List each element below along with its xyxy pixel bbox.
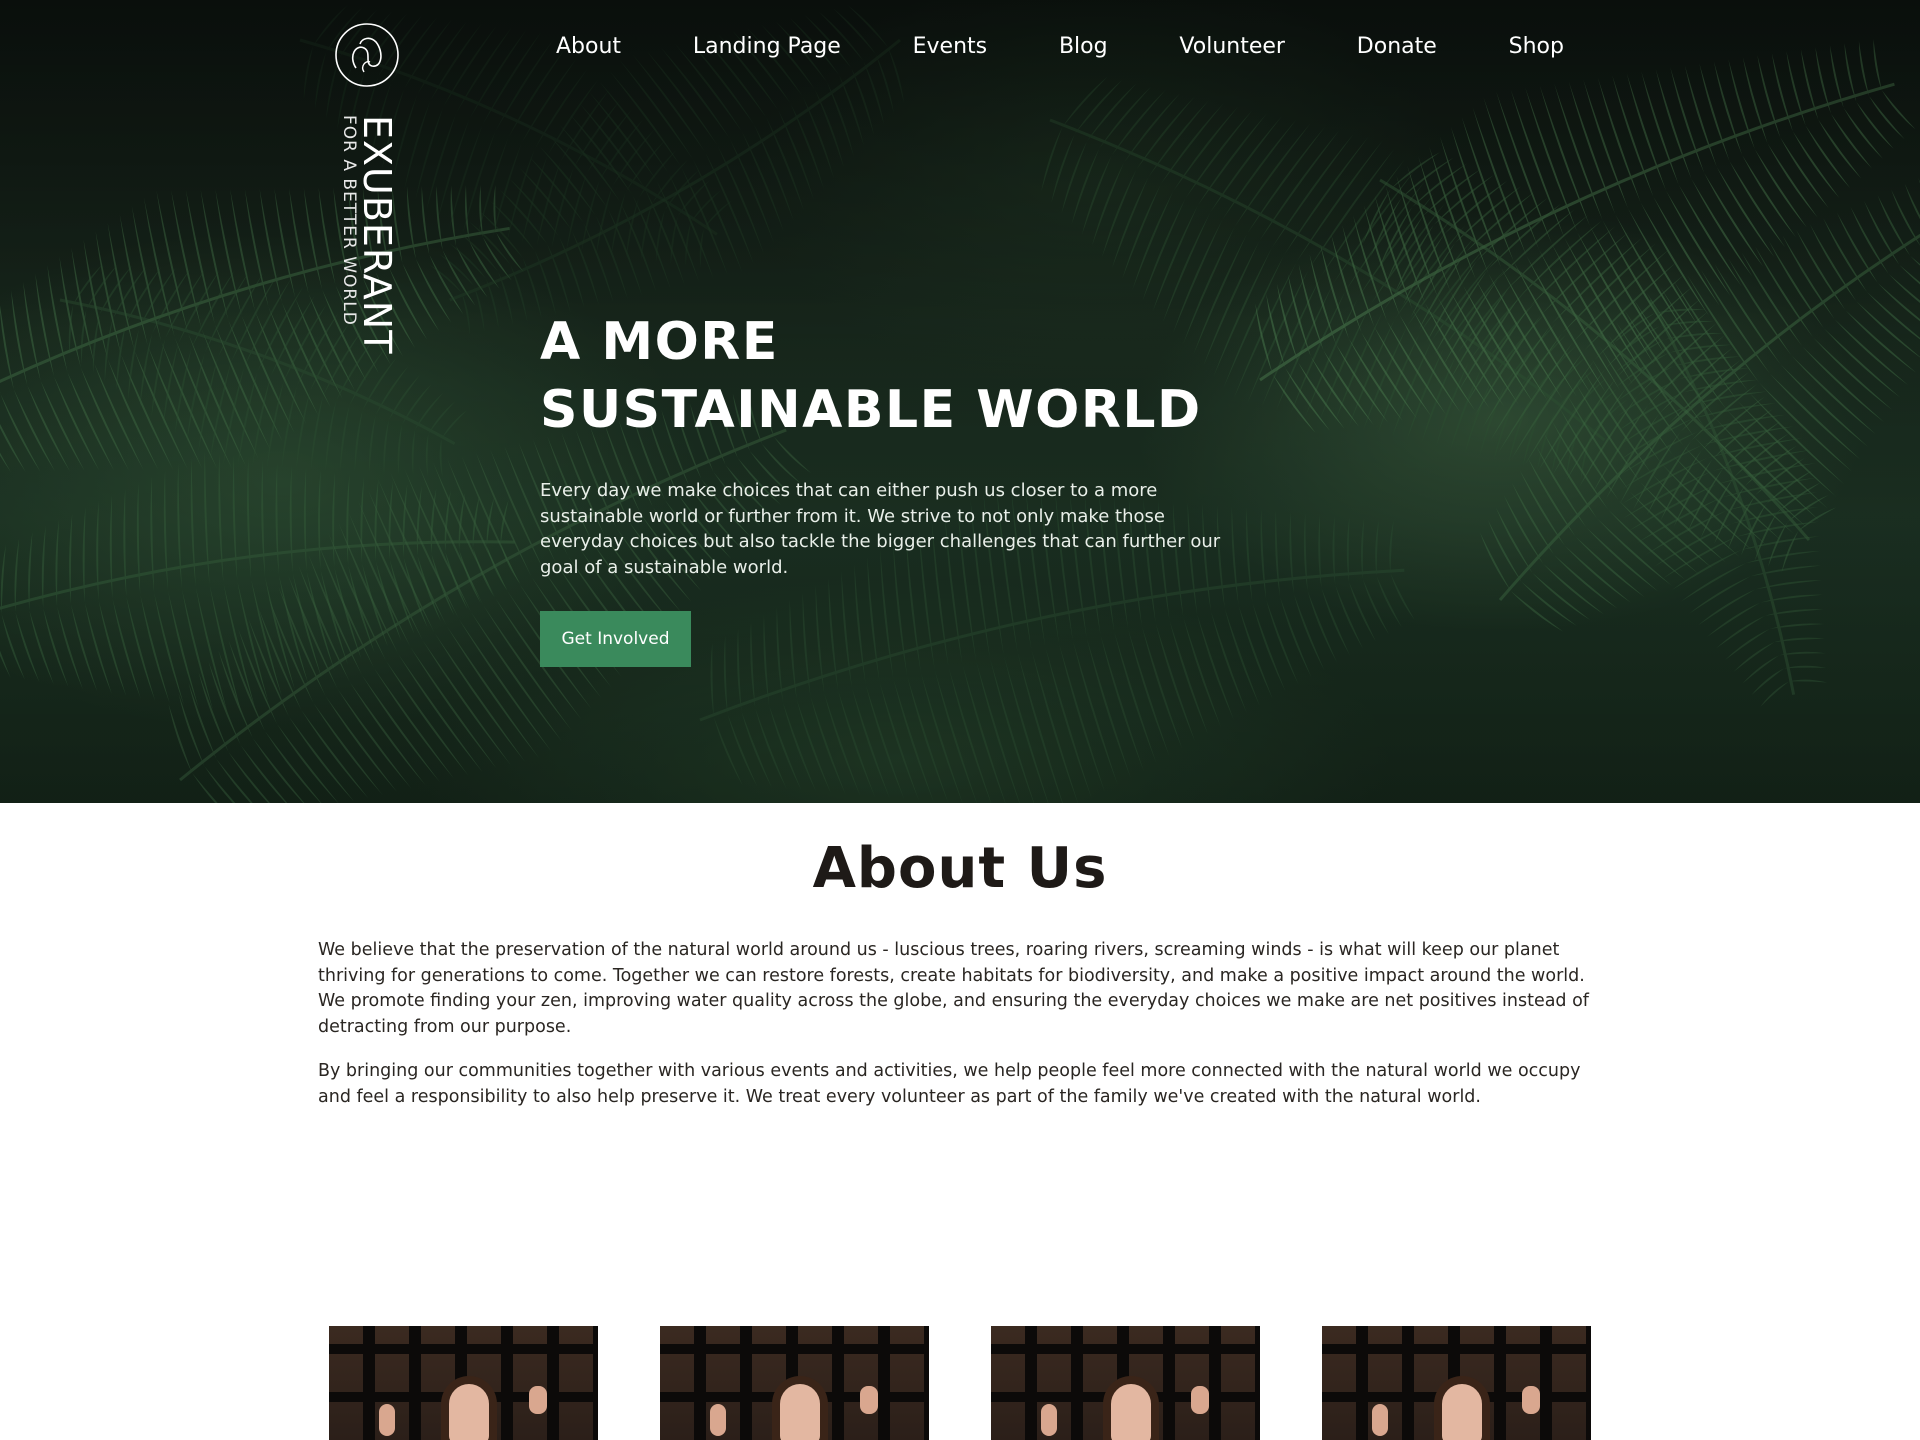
photo-hand bbox=[1191, 1386, 1209, 1414]
about-paragraph-1: We believe that the preservation of the … bbox=[318, 940, 1589, 1038]
nav-item-shop[interactable]: Shop bbox=[1493, 30, 1580, 66]
nav-item-donate[interactable]: Donate bbox=[1341, 30, 1453, 66]
brand-name: EXUBERANT bbox=[355, 115, 399, 355]
hero-section: EXUBERANT FOR A BETTER WORLD About Landi… bbox=[0, 0, 1920, 803]
main-nav: About Landing Page Events Blog Volunteer… bbox=[540, 30, 1580, 66]
gallery-photo-2[interactable] bbox=[660, 1326, 929, 1440]
nav-item-about[interactable]: About bbox=[540, 30, 637, 66]
nav-item-volunteer[interactable]: Volunteer bbox=[1163, 30, 1301, 66]
photo-hand bbox=[1522, 1386, 1540, 1414]
brand-tagline: FOR A BETTER WORLD bbox=[339, 115, 359, 326]
about-heading: About Us bbox=[812, 836, 1108, 901]
photo-gallery bbox=[0, 1326, 1920, 1440]
photo-hand bbox=[710, 1404, 726, 1436]
photo-hand bbox=[529, 1386, 547, 1414]
nav-item-blog[interactable]: Blog bbox=[1043, 30, 1124, 66]
photo-face bbox=[1111, 1384, 1151, 1440]
photo-hand bbox=[860, 1386, 878, 1414]
nav-item-events[interactable]: Events bbox=[897, 30, 1004, 66]
hero-description: Every day we make choices that can eithe… bbox=[540, 480, 1221, 578]
logo-emblem-icon[interactable] bbox=[334, 22, 400, 88]
hero-title-line1: A MORE bbox=[540, 312, 779, 372]
gallery-photo-1[interactable] bbox=[329, 1326, 598, 1440]
get-involved-button[interactable]: Get Involved bbox=[540, 611, 691, 667]
nav-item-landing-page[interactable]: Landing Page bbox=[677, 30, 857, 66]
photo-face bbox=[780, 1384, 820, 1440]
hero-title-line2: SUSTAINABLE WORLD bbox=[540, 380, 1202, 440]
photo-hand bbox=[1372, 1404, 1388, 1436]
photo-hand bbox=[379, 1404, 395, 1436]
photo-face bbox=[449, 1384, 489, 1440]
gallery-photo-4[interactable] bbox=[1322, 1326, 1591, 1440]
photo-hand bbox=[1041, 1404, 1057, 1436]
about-paragraph-2: By bringing our communities together wit… bbox=[318, 1061, 1581, 1107]
hero-title: A MORE SUSTAINABLE WORLD bbox=[540, 308, 1202, 444]
gallery-photo-3[interactable] bbox=[991, 1326, 1260, 1440]
photo-face bbox=[1442, 1384, 1482, 1440]
